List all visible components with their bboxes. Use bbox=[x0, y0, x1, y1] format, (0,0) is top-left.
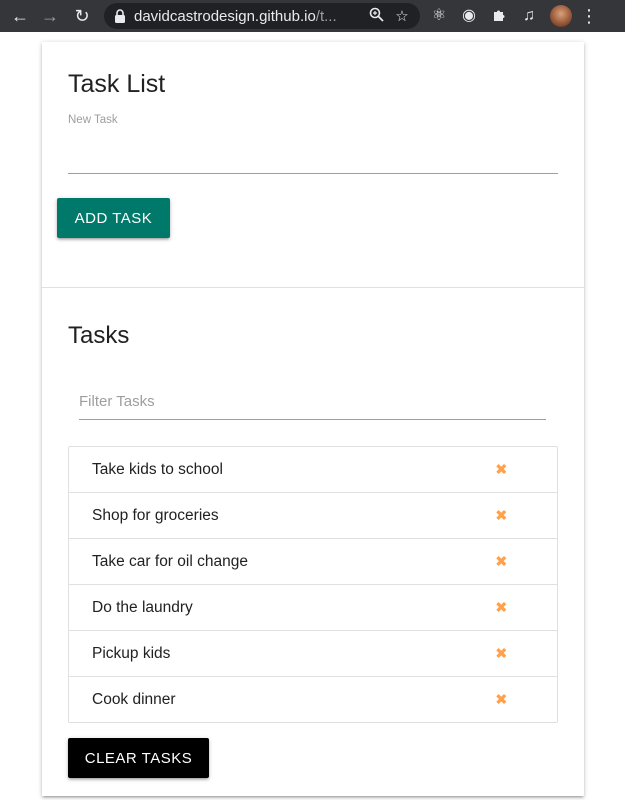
forward-arrow-icon[interactable]: → bbox=[38, 4, 62, 28]
new-task-input[interactable] bbox=[68, 138, 558, 174]
task-label: Shop for groceries bbox=[92, 506, 219, 524]
zoom-icon[interactable] bbox=[368, 7, 384, 25]
task-label: Do the laundry bbox=[92, 598, 193, 616]
delete-x-icon[interactable]: ✖ bbox=[495, 462, 508, 477]
url-host: davidcastrodesign.github.io bbox=[134, 7, 316, 25]
section-divider bbox=[42, 287, 584, 288]
new-task-label: New Task bbox=[68, 114, 118, 126]
task-label: Pickup kids bbox=[92, 644, 171, 662]
task-list: Take kids to school ✖ Shop for groceries… bbox=[68, 446, 558, 723]
task-list-item: Take kids to school ✖ bbox=[69, 447, 557, 493]
address-bar[interactable]: davidcastrodesign.github.io/t... ☆ bbox=[104, 3, 420, 29]
delete-x-icon[interactable]: ✖ bbox=[495, 600, 508, 615]
task-list-item: Cook dinner ✖ bbox=[69, 677, 557, 722]
back-arrow-icon[interactable]: ← bbox=[8, 4, 32, 28]
delete-x-icon[interactable]: ✖ bbox=[495, 646, 508, 661]
task-list-item: Shop for groceries ✖ bbox=[69, 493, 557, 539]
browser-toolbar: ← → ↻ davidcastrodesign.github.io/t... ☆… bbox=[0, 0, 625, 32]
url-path: /t... bbox=[315, 7, 337, 25]
react-devtools-icon[interactable]: ⚛ bbox=[430, 8, 448, 24]
task-label: Cook dinner bbox=[92, 690, 176, 708]
add-task-section: Task List New Task ADD TASK bbox=[42, 42, 584, 287]
lock-icon bbox=[114, 9, 126, 23]
reload-icon[interactable]: ↻ bbox=[70, 4, 94, 28]
clear-tasks-button[interactable]: CLEAR TASKS bbox=[68, 738, 209, 778]
tasks-heading: Tasks bbox=[68, 322, 130, 349]
task-label: Take kids to school bbox=[92, 460, 223, 478]
filter-tasks-input[interactable] bbox=[79, 384, 546, 420]
delete-x-icon[interactable]: ✖ bbox=[495, 692, 508, 707]
menu-dots-icon[interactable]: ⋮ bbox=[580, 6, 598, 27]
task-list-item: Do the laundry ✖ bbox=[69, 585, 557, 631]
delete-x-icon[interactable]: ✖ bbox=[495, 508, 508, 523]
puzzle-icon[interactable] bbox=[490, 7, 508, 26]
task-label: Take car for oil change bbox=[92, 552, 248, 570]
avatar[interactable] bbox=[550, 5, 572, 27]
task-list-item: Take car for oil change ✖ bbox=[69, 539, 557, 585]
media-playlist-icon[interactable]: ♫ bbox=[520, 8, 538, 24]
task-list-item: Pickup kids ✖ bbox=[69, 631, 557, 677]
delete-x-icon[interactable]: ✖ bbox=[495, 554, 508, 569]
add-task-button[interactable]: ADD TASK bbox=[57, 198, 170, 238]
page-title: Task List bbox=[68, 70, 166, 98]
page: Task List New Task ADD TASK Tasks Take k… bbox=[0, 32, 625, 800]
task-card: Task List New Task ADD TASK Tasks Take k… bbox=[42, 42, 584, 796]
bookmark-star-icon[interactable]: ☆ bbox=[394, 9, 410, 24]
extension-circle-icon[interactable]: ◉ bbox=[460, 8, 478, 24]
